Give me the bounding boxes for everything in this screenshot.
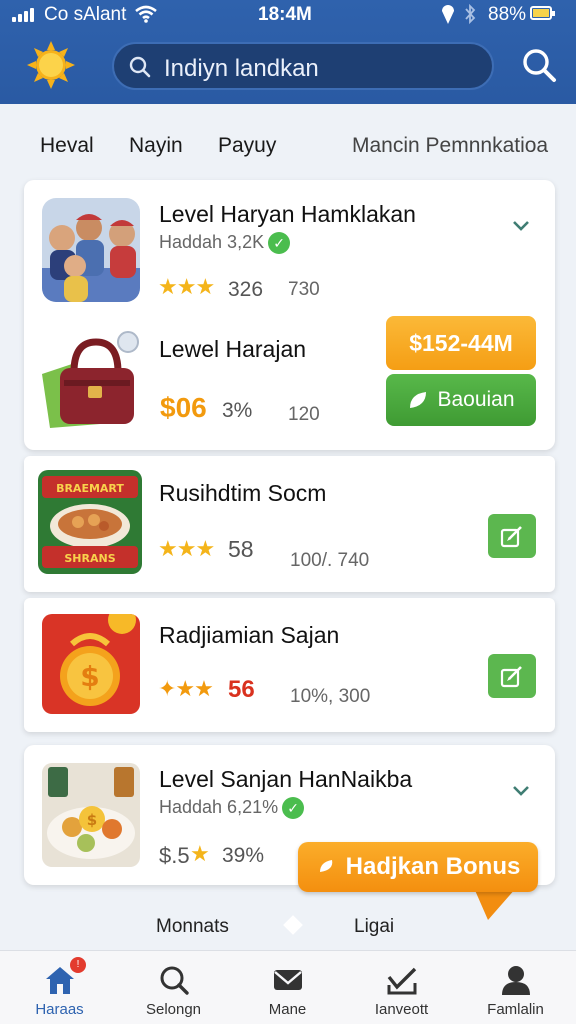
rating-stars-icon: ✦★★ — [158, 676, 214, 701]
nav-label: Selongn — [145, 1001, 202, 1018]
tab-mancin[interactable]: Mancin Pemnnkatioa — [352, 134, 548, 158]
signal-icon — [12, 8, 34, 22]
food-bowl-image: $ — [42, 763, 140, 867]
search-icon — [129, 56, 151, 78]
search-icon — [160, 966, 189, 995]
rating-value: 58 — [228, 536, 254, 562]
status-bar: Co sAlant 18:4M 88% — [0, 0, 576, 30]
sun-icon[interactable] — [26, 40, 76, 90]
verified-icon: ✓ — [268, 232, 291, 255]
nav-item-inventory[interactable]: Ianveott — [344, 951, 459, 1024]
search-text: Indiyn landkan — [164, 55, 319, 82]
nav-item-mail[interactable]: Mane — [230, 951, 345, 1024]
handbag-image — [42, 331, 139, 428]
rating-stars-icon: ★★★ — [158, 274, 215, 299]
card-title: Level Sanjan HanNaikba — [159, 766, 413, 792]
card-subtitle: Haddah 3,2K ✓ — [159, 232, 291, 255]
card-subtitle-text: Haddah 6,21% — [159, 797, 279, 817]
gift-coin-image: $ — [42, 614, 140, 714]
filter-tabs: Heval Nayin Payuy Mancin Pemnnkatioa — [0, 106, 576, 178]
price-value: $06 — [160, 392, 207, 423]
bonus-button[interactable]: Hadjkan Bonus — [298, 842, 538, 892]
buy-button-label: Baouian — [437, 388, 515, 411]
carrier-name: Co sAlant — [44, 4, 127, 25]
edit-icon — [500, 666, 522, 688]
discount-percent: 39% — [222, 844, 265, 867]
svg-text:$: $ — [80, 660, 99, 693]
discount-percent: 3% — [222, 399, 253, 422]
mail-icon — [274, 970, 302, 990]
chevron-down-icon[interactable] — [510, 779, 532, 801]
offer-card[interactable]: Level Haryan Hamklakan Haddah 3,2K ✓ ★★★ … — [24, 180, 555, 450]
notification-badge: ! — [70, 957, 86, 973]
battery-percent: 88% — [488, 4, 527, 25]
food-platter-image: BRAEMART SHRANS — [38, 470, 142, 574]
nav-item-search[interactable]: Selongn — [116, 951, 231, 1024]
star-icon: ★ — [190, 841, 210, 866]
offer-card[interactable]: $ Radjiamian Sajan ✦★★ 56 10%, 300 — [24, 598, 555, 732]
pager-indicator — [283, 915, 303, 935]
battery-icon — [530, 6, 555, 20]
pager-right-link[interactable]: Ligai — [354, 916, 394, 938]
rating-stars-icon: ★★★ — [158, 536, 215, 561]
price-range-button[interactable]: $152-44M — [386, 316, 536, 370]
card-meta: 100/. 740 — [290, 550, 370, 571]
person-icon — [502, 966, 530, 995]
card-title: Level Haryan Hamklakan — [159, 201, 416, 227]
edit-button[interactable] — [488, 654, 536, 698]
wifi-icon — [135, 5, 157, 23]
card-meta: 10%, 300 — [290, 686, 371, 707]
leaf-icon — [410, 392, 427, 408]
bluetooth-icon — [465, 3, 476, 25]
location-icon — [442, 5, 454, 24]
pager-left-link[interactable]: Monnats — [156, 916, 229, 938]
offer-card[interactable]: BRAEMART SHRANS Rusihdtim Socm ★★★ 58 10… — [24, 456, 555, 592]
card-title: Radjiamian Sajan — [159, 622, 340, 648]
nav-item-profile[interactable]: Famlalin — [458, 951, 573, 1024]
search-input[interactable]: Indiyn landkan — [112, 42, 494, 90]
nav-label: Haraas — [35, 1001, 84, 1018]
search-button[interactable] — [520, 46, 560, 86]
price-value: $.5 — [159, 843, 190, 868]
rating-value: 56 — [228, 676, 255, 703]
verified-icon: ✓ — [282, 797, 305, 820]
nav-label: Famlalin — [487, 1001, 544, 1018]
bonus-pointer — [474, 888, 516, 920]
tab-heval[interactable]: Heval — [40, 134, 94, 158]
chevron-down-icon[interactable] — [510, 214, 532, 236]
nav-label: Ianveott — [374, 1001, 429, 1018]
nav-item-home[interactable]: ! Haraas — [2, 951, 117, 1024]
card-title: Rusihdtim Socm — [159, 480, 327, 506]
tab-payuy[interactable]: Payuy — [218, 134, 276, 158]
buy-button[interactable]: Baouian — [386, 374, 536, 426]
app-header: Co sAlant 18:4M 88% Indiyn landkan — [0, 0, 576, 104]
card-title-secondary: Lewel Harajan — [159, 336, 307, 362]
card-subtitle-text: Haddah 3,2K — [159, 232, 265, 252]
svg-text:BRAEMART: BRAEMART — [56, 482, 124, 495]
rating-value: 326 — [228, 278, 264, 301]
card-subtitle: Haddah 6,21% ✓ — [159, 797, 305, 820]
family-photo-image — [42, 198, 140, 302]
tab-nayin[interactable]: Nayin — [129, 134, 183, 158]
edit-button[interactable] — [488, 514, 536, 558]
card-meta: 730 — [288, 279, 320, 300]
card-meta-secondary: 120 — [288, 404, 320, 425]
tag-icon — [319, 860, 332, 872]
clock: 18:4M — [258, 4, 312, 25]
svg-text:SHRANS: SHRANS — [64, 552, 115, 565]
edit-icon — [500, 526, 522, 548]
bonus-button-label: Hadjkan Bonus — [345, 853, 521, 880]
nav-label: Mane — [268, 1001, 307, 1018]
svg-text:$: $ — [87, 811, 97, 829]
bottom-nav: ! Haraas Selongn Mane Ianveott Famlalin — [0, 950, 576, 1024]
check-tray-icon — [387, 967, 417, 995]
